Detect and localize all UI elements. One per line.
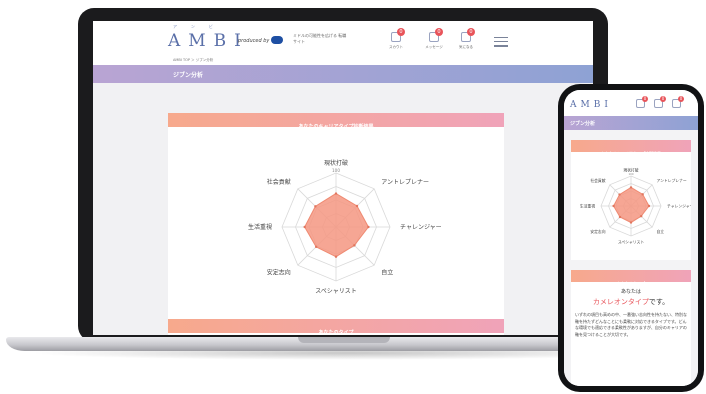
radar-axis-label: チャレンジャー bbox=[400, 224, 442, 231]
phone-your-type-heading: あなたのタイプ bbox=[617, 281, 645, 286]
phone-radar-axis-label: スペシャリスト bbox=[618, 239, 645, 244]
phone-radar-scale-label: 100 bbox=[628, 172, 633, 176]
phone-radar-data-point bbox=[612, 204, 615, 208]
produced-by-label: produced by bbox=[238, 38, 270, 44]
laptop-notch bbox=[298, 337, 390, 343]
phone-screen: AMBI 0 0 0 ジブン分析 あなたのキャリアタイプ診断結果 100 現状打破… bbox=[564, 90, 698, 386]
radar-data-point bbox=[314, 245, 318, 249]
page-title: ジブン分析 bbox=[173, 72, 204, 79]
scout-badge: 0 bbox=[397, 28, 405, 36]
phone-radar-data-point bbox=[618, 193, 621, 196]
phone-logo[interactable]: AMBI bbox=[570, 100, 612, 110]
phone-career-type-header: あなたのキャリアタイプ診断結果 bbox=[571, 140, 691, 156]
phone-your-type-header: あなたのタイプ bbox=[571, 270, 691, 286]
radar-data-point bbox=[353, 244, 356, 247]
phone-radar-data-point bbox=[629, 186, 633, 189]
career-type-header: あなたのキャリアタイプ診断結果 bbox=[168, 113, 504, 130]
nav-scout[interactable]: 0 スカウト bbox=[385, 28, 407, 50]
page-title-bar: ジブン分析 bbox=[93, 65, 593, 83]
radar-data-point bbox=[334, 255, 338, 258]
phone-radar-data-point bbox=[629, 221, 633, 224]
radar-axis-label: 生活重視 bbox=[248, 223, 272, 231]
phone-career-type-card: あなたのキャリアタイプ診断結果 100 現状打破アントレプレナーチャレンジャー自立… bbox=[571, 140, 691, 260]
laptop-screen: アンビ AMBI produced by ミドルの可能性を広げる 転職サイト 0… bbox=[93, 21, 593, 335]
phone-bookmark-icon[interactable]: 0 bbox=[672, 96, 684, 108]
type-description: いずれの項目も高めの中、一番強い志向性を持たない、特別な軸を持たずどんなことにも… bbox=[575, 312, 687, 337]
phone-your-type-card: あなたのタイプ あなたは カメレオンタイプです。 いずれの項目も高めの中、一番強… bbox=[571, 270, 691, 386]
breadcrumb: AMBI TOP ＞ ジブン分析 bbox=[173, 58, 214, 62]
tagline: ミドルの可能性を広げる 転職サイト bbox=[293, 33, 347, 44]
message-badge: 0 bbox=[435, 28, 443, 36]
phone-bell-icon[interactable]: 0 bbox=[636, 96, 648, 108]
radar-data-point bbox=[355, 204, 359, 208]
radar-scale-label: 100 bbox=[332, 168, 340, 173]
nav-message-label: メッセージ bbox=[425, 45, 443, 49]
phone-favorite-badge: 0 bbox=[678, 96, 684, 102]
phone-scout-badge: 0 bbox=[642, 96, 648, 102]
radar-data-area bbox=[304, 192, 369, 258]
favorite-badge: 0 bbox=[467, 28, 475, 36]
phone-radar-axis-label: チャレンジャー bbox=[667, 203, 691, 208]
nav-favorite-label: 気になる bbox=[459, 45, 473, 49]
nav-message[interactable]: 0 メッセージ bbox=[423, 28, 445, 50]
phone-radar-data-point bbox=[641, 193, 644, 196]
phone-radar-axis-label: 自立 bbox=[656, 229, 664, 234]
phone-mail-icon[interactable]: 0 bbox=[654, 96, 666, 108]
type-name: カメレオンタイプ bbox=[592, 298, 649, 306]
career-type-card: あなたのキャリアタイプ診断結果 100 現状打破アントレプレナーチャレンジャー自立… bbox=[168, 113, 504, 335]
your-type-heading: あなたのタイプ bbox=[318, 330, 354, 335]
site-header: アンビ AMBI produced by ミドルの可能性を広げる 転職サイト 0… bbox=[93, 21, 593, 65]
type-result: カメレオンタイプです。 bbox=[571, 297, 691, 307]
radar-data-point bbox=[334, 192, 338, 195]
phone-radar-data-point bbox=[618, 215, 622, 219]
radar-data-point bbox=[303, 225, 306, 229]
phone-radar-data-point bbox=[639, 214, 643, 218]
radar-axis-label: 自立 bbox=[381, 268, 393, 276]
mail-icon: 0 bbox=[429, 28, 443, 42]
radar-axis-label: 現状打破 bbox=[324, 159, 348, 167]
partner-logo-icon bbox=[271, 36, 283, 44]
phone-radar-chart: 100現状打破アントレプレナーチャレンジャー自立スペシャリスト 安定志向 生活重視 社… bbox=[580, 167, 691, 244]
menu-icon[interactable] bbox=[494, 37, 508, 50]
radar-data-point bbox=[367, 225, 370, 229]
radar-axis-label: 安定志向 bbox=[267, 268, 291, 276]
phone-radar-axis-label: 現状打破 bbox=[623, 167, 638, 172]
radar-data-point bbox=[314, 205, 317, 208]
phone-message-badge: 0 bbox=[660, 96, 666, 102]
nav-favorite[interactable]: 0 気になる bbox=[455, 28, 477, 50]
logo[interactable]: AMBI bbox=[168, 31, 249, 51]
phone-header: AMBI 0 0 0 bbox=[564, 90, 698, 116]
radar-chart: 100現状打破アントレプレナーチャレンジャー自立スペシャリスト 安定志向 生活重視 社… bbox=[248, 159, 442, 295]
phone-radar-axis-label: 安定志向 bbox=[590, 229, 605, 234]
radar-axis-label: アントレプレナー bbox=[381, 179, 429, 186]
phone-radar-axis-label: アントレプレナー bbox=[656, 178, 686, 183]
phone-title-bar: ジブン分析 bbox=[564, 116, 698, 130]
phone-radar-axis-label: 社会貢献 bbox=[590, 178, 605, 183]
phone-body: あなたのキャリアタイプ診断結果 100 現状打破アントレプレナーチャレンジャー自立… bbox=[564, 130, 698, 386]
type-prefix: あなたは bbox=[620, 289, 641, 295]
radar-axis-label: 社会貢献 bbox=[267, 178, 291, 186]
your-type-header: あなたのタイプ bbox=[168, 319, 504, 335]
type-suffix: です。 bbox=[648, 298, 670, 306]
phone-radar-axis-label: 生活重視 bbox=[580, 203, 595, 208]
logo-kana: アンビ bbox=[173, 24, 227, 29]
phone-page-title: ジブン分析 bbox=[570, 121, 596, 127]
phone-radar-data-point bbox=[647, 204, 651, 208]
radar-axis-label: スペシャリスト bbox=[315, 288, 357, 295]
bell-icon: 0 bbox=[391, 28, 405, 42]
nav-scout-label: スカウト bbox=[389, 45, 403, 49]
bookmark-icon: 0 bbox=[461, 28, 475, 42]
